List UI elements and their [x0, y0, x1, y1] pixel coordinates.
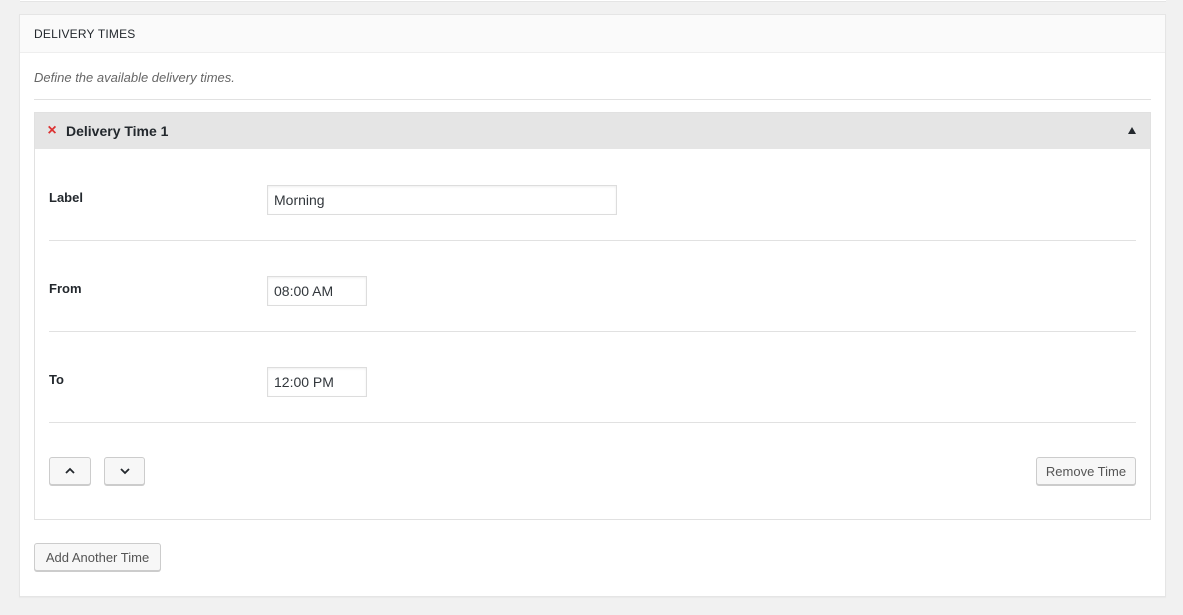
- group-body: Label From To: [35, 149, 1150, 519]
- label-field-label: Label: [49, 190, 83, 205]
- move-down-button[interactable]: [104, 457, 145, 485]
- move-up-button[interactable]: [49, 457, 91, 485]
- field-row-label: Label: [49, 149, 1136, 241]
- remove-time-button[interactable]: Remove Time: [1036, 457, 1136, 485]
- triangle-up-icon[interactable]: [1128, 127, 1136, 134]
- from-time-input[interactable]: [267, 276, 367, 306]
- from-field-label: From: [49, 281, 82, 296]
- field-row-from: From: [49, 241, 1136, 332]
- panel-header: DELIVERY TIMES: [20, 15, 1165, 53]
- panel-title: DELIVERY TIMES: [34, 26, 136, 41]
- add-another-time-button[interactable]: Add Another Time: [34, 543, 161, 571]
- to-time-input[interactable]: [267, 367, 367, 397]
- panel-description: Define the available delivery times.: [34, 53, 1151, 100]
- group-actions: Remove Time: [49, 423, 1136, 519]
- previous-panel-edge: [20, 0, 1166, 2]
- group-title: Delivery Time 1: [66, 123, 169, 139]
- panel-body: Define the available delivery times. × D…: [20, 53, 1165, 571]
- group-header[interactable]: × Delivery Time 1: [35, 113, 1150, 149]
- to-field-label: To: [49, 372, 64, 387]
- chevron-up-icon: [65, 467, 75, 474]
- field-row-to: To: [49, 332, 1136, 423]
- chevron-down-icon: [119, 468, 130, 475]
- close-x-icon[interactable]: ×: [45, 123, 59, 139]
- delivery-time-group: × Delivery Time 1 Label From To: [34, 112, 1151, 520]
- delivery-times-panel: DELIVERY TIMES Define the available deli…: [19, 14, 1166, 597]
- label-input[interactable]: [267, 185, 617, 215]
